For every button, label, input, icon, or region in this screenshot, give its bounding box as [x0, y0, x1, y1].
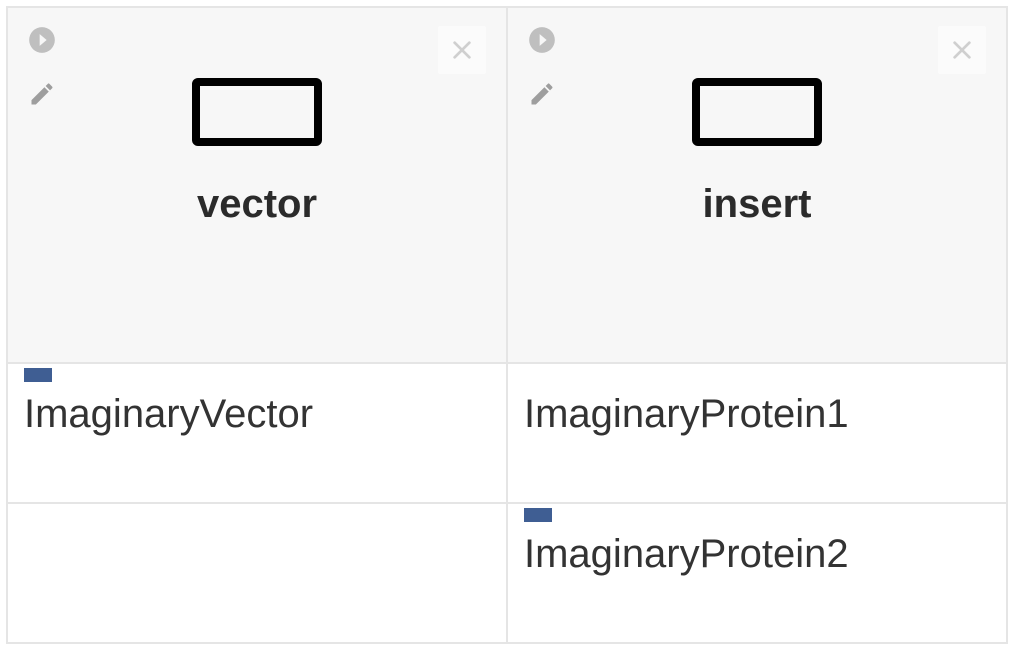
- grid-cell[interactable]: ImaginaryProtein2: [507, 503, 1007, 643]
- entry-label: ImaginaryProtein2: [524, 532, 990, 576]
- grid-cell[interactable]: [7, 503, 507, 643]
- column-title: insert: [703, 182, 812, 227]
- grid-cell[interactable]: ImaginaryVector: [7, 363, 507, 503]
- column-type-icon: [692, 78, 822, 146]
- arrow-right-circle-icon[interactable]: [528, 26, 556, 54]
- column-type-icon: [192, 78, 322, 146]
- entry-label: ImaginaryProtein1: [524, 392, 990, 436]
- selection-chip: [24, 368, 52, 382]
- close-column-button[interactable]: [938, 26, 986, 74]
- column-title: vector: [197, 182, 317, 227]
- assembly-grid: vector: [6, 6, 1008, 644]
- column-header-vector: vector: [7, 7, 507, 363]
- grid-cell[interactable]: ImaginaryProtein1: [507, 363, 1007, 503]
- selection-chip: [524, 508, 552, 522]
- column-header-insert: insert: [507, 7, 1007, 363]
- arrow-right-circle-icon[interactable]: [28, 26, 56, 54]
- entry-label: ImaginaryVector: [24, 392, 490, 436]
- close-column-button[interactable]: [438, 26, 486, 74]
